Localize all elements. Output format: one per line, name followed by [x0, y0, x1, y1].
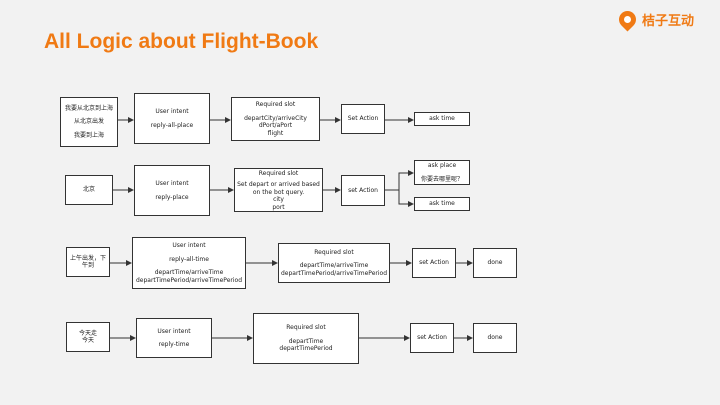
- box-text: set Action: [419, 259, 449, 267]
- user-utterance-box: 今天走 今天: [66, 322, 110, 352]
- box-text: 午到: [81, 262, 94, 269]
- box-text: User intent: [157, 327, 191, 335]
- box-text: 我要从北京到上海: [64, 104, 113, 112]
- user-intent-box: User intent reply-place: [134, 165, 210, 216]
- box-text: reply-all-time: [169, 255, 209, 263]
- action-box: Set Action: [341, 104, 385, 134]
- box-text: 今天: [81, 337, 94, 344]
- action-box: set Action: [341, 175, 385, 206]
- box-text: 从北京出发: [73, 118, 104, 126]
- box-text: User intent: [155, 180, 189, 187]
- user-utterance-box: 北京: [65, 175, 113, 205]
- box-text: ask time: [429, 200, 455, 208]
- required-slot-box: Required slot Set depart or arrived based…: [234, 168, 323, 212]
- user-utterance-box: 我要从北京到上海 从北京出发我要到上海: [60, 97, 118, 147]
- box-text: done: [487, 259, 503, 267]
- result-box: done: [473, 248, 517, 278]
- box-text: 我要到上海: [73, 131, 104, 139]
- box-text: 你要去哪里呢？: [420, 175, 463, 183]
- box-text: Required slot: [258, 170, 299, 177]
- box-text: User intent: [172, 242, 206, 249]
- user-intent-box: User intent reply-time: [136, 318, 212, 358]
- box-text: departTimePeriod/arriveTimePeriod: [280, 269, 388, 277]
- box-text: departCity/arriveCity: [244, 114, 307, 122]
- result-box: ask time: [414, 112, 470, 126]
- box-text: User intent: [155, 108, 189, 115]
- box-text: ask place: [427, 162, 457, 169]
- user-intent-box: User intent reply-all-time departTime/arri…: [132, 237, 246, 289]
- box-text: departTimePeriod: [279, 345, 333, 353]
- box-text: Required slot: [314, 248, 354, 256]
- box-text: set Action: [417, 334, 447, 342]
- box-text: Required slot: [286, 324, 326, 332]
- box-text: on the bot query.: [252, 188, 305, 196]
- box-text: reply-all-place: [150, 121, 194, 129]
- required-slot-box: Required slot departTime departTimePeriod: [253, 313, 359, 364]
- box-text: Required slot: [255, 101, 296, 108]
- box-text: departTimePeriod/arriveTimePeriod: [135, 276, 243, 284]
- box-text: ask time: [429, 115, 455, 123]
- box-text: departTime: [288, 337, 324, 345]
- box-text: Set depart or arrived based: [237, 181, 320, 188]
- box-text: 今天走: [78, 329, 97, 337]
- action-box: set Action: [412, 248, 456, 278]
- user-utterance-box: 上午出发，下 午到: [66, 247, 110, 277]
- result-box: ask place 你要去哪里呢？: [414, 160, 470, 185]
- box-text: done: [487, 334, 503, 342]
- box-text: port: [272, 203, 285, 211]
- box-text: set Action: [348, 186, 378, 194]
- box-text: reply-time: [158, 341, 190, 348]
- required-slot-box: Required slot departCity/arriveCity dPort/…: [231, 97, 320, 141]
- box-text: reply-place: [155, 193, 189, 201]
- box-text: Set Action: [347, 115, 379, 123]
- box-text: 北京: [82, 186, 95, 194]
- required-slot-box: Required slot departTime/arriveTime depart…: [278, 243, 390, 283]
- box-text: flight: [267, 129, 284, 137]
- result-box: done: [473, 323, 517, 353]
- box-text: 上午出发，下: [69, 254, 106, 262]
- box-text: city: [273, 196, 284, 203]
- result-box: ask time: [414, 197, 470, 211]
- box-text: departTime/arriveTime: [154, 269, 224, 276]
- box-text: departTime/arriveTime: [299, 262, 369, 270]
- action-box: set Action: [410, 323, 454, 353]
- user-intent-box: User intent reply-all-place: [134, 93, 210, 144]
- box-text: dPort/aPort: [258, 122, 293, 129]
